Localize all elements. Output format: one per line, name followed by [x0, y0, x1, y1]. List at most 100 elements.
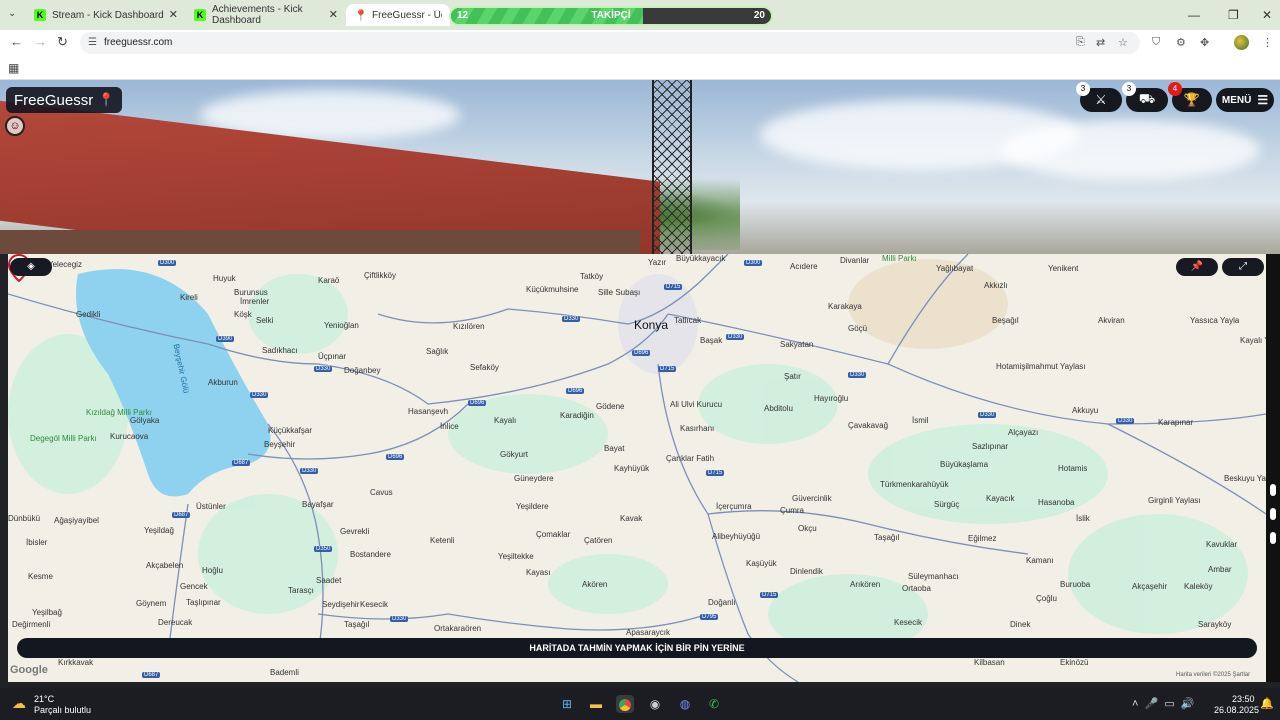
map-place-label: Ortakaraören [434, 624, 482, 633]
whatsapp-icon[interactable]: ✆ [705, 695, 723, 713]
map-place-label: İslik [1076, 514, 1090, 523]
extension-icon[interactable]: ⚙ [1176, 36, 1186, 49]
user-profile-icon[interactable]: ☺ [5, 116, 25, 136]
trophy-button[interactable]: 4 🏆 [1168, 82, 1212, 112]
map-place-label: Türkmenkarahüyük [880, 480, 949, 489]
map-place-label: Akçaşehir [1132, 582, 1168, 591]
map-place-label: Hoğlu [202, 566, 223, 575]
tab-kick-achievements[interactable]: Achievements - Kick Dashboard ✕ [186, 4, 344, 26]
close-icon[interactable]: ✕ [169, 8, 178, 21]
map-place-label: Yazır [648, 258, 667, 267]
translate-icon[interactable]: ⇄ [1096, 36, 1105, 49]
reload-icon[interactable]: ↻ [57, 34, 68, 50]
map-place-label: Güvercinlik [792, 494, 832, 503]
map-place-label: Acıdere [790, 262, 818, 271]
side-handle[interactable] [1270, 532, 1276, 544]
map-place-label: Çiftlikköy [364, 271, 397, 280]
system-tray-icons[interactable]: ˄ 🎤 ▭ 🔊 [1132, 697, 1195, 710]
side-handle[interactable] [1270, 484, 1276, 496]
forward-icon[interactable]: → [34, 34, 47, 49]
address-bar[interactable]: ☰ freeguessr.com ⎘ ⇄ ☆ [80, 32, 1140, 54]
puzzle-icon[interactable]: ✥ [1200, 36, 1209, 49]
map-place-label: Hotamis [1058, 464, 1088, 473]
site-info-icon[interactable]: ☰ [88, 37, 97, 48]
map-place-label: Bayafşar [302, 500, 334, 509]
road-number-label: D330 [848, 372, 867, 378]
map-place-label: Karapınar [1158, 418, 1194, 427]
map-layers-button[interactable]: ◈ [10, 258, 52, 276]
party-button[interactable]: 3 ⛟ [1122, 82, 1168, 112]
map-place-label: Dereucak [158, 618, 193, 627]
map-place-label: Okçu [798, 524, 817, 533]
maximize-button[interactable]: ❐ [1228, 8, 1239, 22]
expand-map-button[interactable]: ⤢ [1222, 258, 1264, 276]
tab-freeguessr[interactable]: 📍 FreeGuessr - Ücretsiz G [346, 4, 450, 26]
side-handle[interactable] [1270, 508, 1276, 520]
close-icon[interactable]: ✕ [329, 8, 338, 21]
chrome-icon[interactable] [616, 695, 634, 713]
pin-map-button[interactable]: 📌 [1176, 258, 1218, 276]
close-window-button[interactable]: ✕ [1262, 8, 1272, 22]
hamburger-icon: ☰ [1257, 93, 1269, 107]
map-place-label: Küçükkafşar [268, 426, 313, 435]
map-place-label: Kesme [28, 572, 53, 581]
road-number-label: D300 [744, 260, 763, 266]
minimize-button[interactable]: — [1188, 8, 1200, 22]
guess-map[interactable]: Yelecegiz Huyuk Burunsus İmrenler Çiftlikköy… [8, 254, 1266, 682]
shield-extension-icon[interactable]: ⛉ [1152, 36, 1160, 49]
notification-icon[interactable]: 🔔 [1260, 697, 1274, 710]
map-place-label: Ekinözü [1060, 658, 1089, 667]
map-place-label: Akçabelen [146, 561, 184, 570]
map-place-label: Ağaşiyayibel [54, 516, 99, 525]
map-place-label: Yeşilbağ [32, 608, 62, 617]
bookmark-star-icon[interactable]: ☆ [1118, 36, 1128, 49]
apps-grid-icon[interactable]: ▦ [8, 61, 19, 75]
kebab-menu-icon[interactable]: ⋮ [1262, 36, 1273, 49]
map-place-label: Gökyurt [500, 450, 529, 459]
duel-button[interactable]: 3 ⚔ [1076, 82, 1122, 112]
map-place-label: Kireli [180, 293, 198, 302]
discord-icon[interactable]: ◍ [676, 695, 694, 713]
map-place-label: Sağlık [426, 347, 449, 356]
clock-date: 26.08.2025 [1214, 705, 1260, 715]
road-number-label: D330 [562, 316, 581, 322]
tab-title: FreeGuessr - Ücretsiz G [372, 9, 442, 21]
map-place-label: Taşağıl [874, 533, 900, 542]
road-number-label: D330 [300, 468, 319, 474]
menu-button[interactable]: MENÜ ☰ [1216, 88, 1274, 112]
file-explorer-icon[interactable]: ▬ [587, 695, 605, 713]
obs-icon[interactable]: ◉ [646, 695, 664, 713]
guess-instruction-bar[interactable]: HARİTADA TAHMİN YAPMAK İÇİN BİR PİN YERİ… [17, 638, 1257, 658]
map-place-label: Arıkören [850, 580, 881, 589]
crossed-swords-icon: ⚔ [1095, 92, 1107, 107]
map-place-label: Karakaya [828, 302, 862, 311]
road-number-label: D715 [760, 592, 779, 598]
road-number-label: D390 [216, 336, 235, 342]
tab-search-icon[interactable]: ⌄ [8, 8, 22, 22]
map-place-label: Hasanoba [1038, 498, 1075, 507]
logo-pin-icon: 📍 [98, 92, 115, 107]
profile-avatar[interactable] [1234, 35, 1249, 50]
tab-title: Stream - Kick Dashboard [52, 9, 164, 21]
map-place-label: Kurucaova [110, 432, 149, 441]
map-place-label: İmrenler [240, 297, 270, 306]
road-number-label: D715 [706, 470, 725, 476]
map-place-label: Büyükkayacık [676, 254, 726, 263]
map-place-label: Akkızlı [984, 281, 1008, 290]
map-attribution[interactable]: Harita verileri ©2025 Şartlar [1176, 672, 1250, 678]
map-place-label: Kaleköy [1184, 582, 1213, 591]
party-icon: ⛟ [1138, 91, 1156, 106]
freeguessr-logo[interactable]: FreeGuessr 📍 [6, 87, 123, 113]
weather-cloud-icon[interactable]: ☁ [12, 695, 26, 712]
map-place-label: Gevrekli [340, 527, 370, 536]
tab-kick-stream[interactable]: Stream - Kick Dashboard ✕ [26, 4, 184, 26]
map-place-label: Çarıklar Fatih [666, 454, 715, 463]
pushpin-icon: 📌 [1190, 261, 1204, 272]
map-place-label: Güneydere [514, 474, 554, 483]
back-icon[interactable]: ← [10, 34, 23, 49]
install-app-icon[interactable]: ⎘ [1076, 36, 1085, 49]
start-icon[interactable]: ⊞ [558, 695, 576, 713]
map-place-label: Doğanbey [344, 366, 381, 375]
map-place-label: Yenioğlan [324, 321, 359, 330]
map-place-label: Şatır [784, 372, 801, 381]
